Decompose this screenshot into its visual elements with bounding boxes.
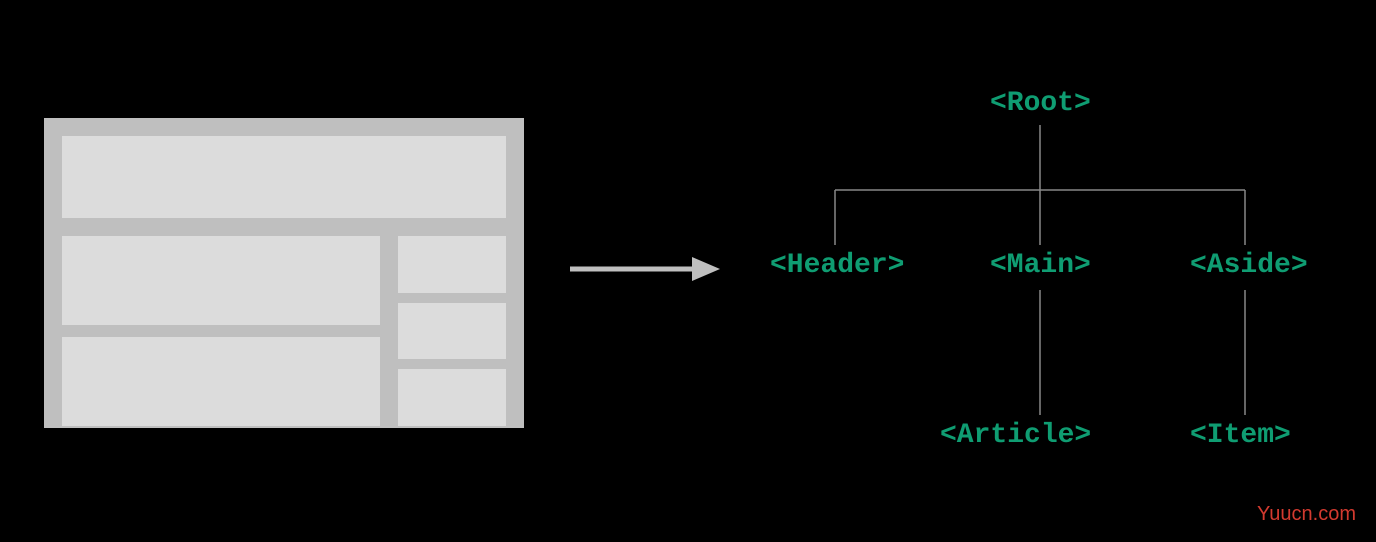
aside-tag-label: <Aside> xyxy=(1190,250,1308,281)
wireframe-article-block xyxy=(62,337,380,426)
main-tag-label: <Main> xyxy=(990,250,1091,281)
watermark-text: Yuucn.com xyxy=(1257,503,1356,526)
wireframe-main-column xyxy=(62,236,380,426)
item-multiplier: x3 xyxy=(1291,420,1325,451)
wireframe-article-block xyxy=(62,236,380,325)
component-tree: <Root> <Header> <Main> <Aside> <Article>… xyxy=(745,80,1355,480)
arrow-right-icon xyxy=(570,254,720,284)
tree-node-main: <Main> xyxy=(990,250,1091,281)
tree-node-header: <Header> xyxy=(770,250,904,281)
article-multiplier: x2 xyxy=(1091,420,1125,451)
header-tag-label: <Header> xyxy=(770,250,904,281)
article-tag-label: <Article> xyxy=(940,420,1091,451)
wireframe-aside-item-block xyxy=(398,369,506,426)
root-tag-label: <Root> xyxy=(990,88,1091,119)
wireframe-aside-column xyxy=(398,236,506,426)
wireframe-layout xyxy=(44,118,524,428)
tree-node-item: <Item>x3 xyxy=(1190,420,1324,451)
item-tag-label: <Item> xyxy=(1190,420,1291,451)
tree-node-root: <Root> xyxy=(990,88,1091,119)
wireframe-aside-item-block xyxy=(398,303,506,360)
tree-node-aside: <Aside> xyxy=(1190,250,1308,281)
wireframe-aside-item-block xyxy=(398,236,506,293)
wireframe-header-block xyxy=(62,136,506,218)
tree-node-article: <Article>x2 xyxy=(940,420,1125,451)
wireframe-body xyxy=(62,236,506,426)
